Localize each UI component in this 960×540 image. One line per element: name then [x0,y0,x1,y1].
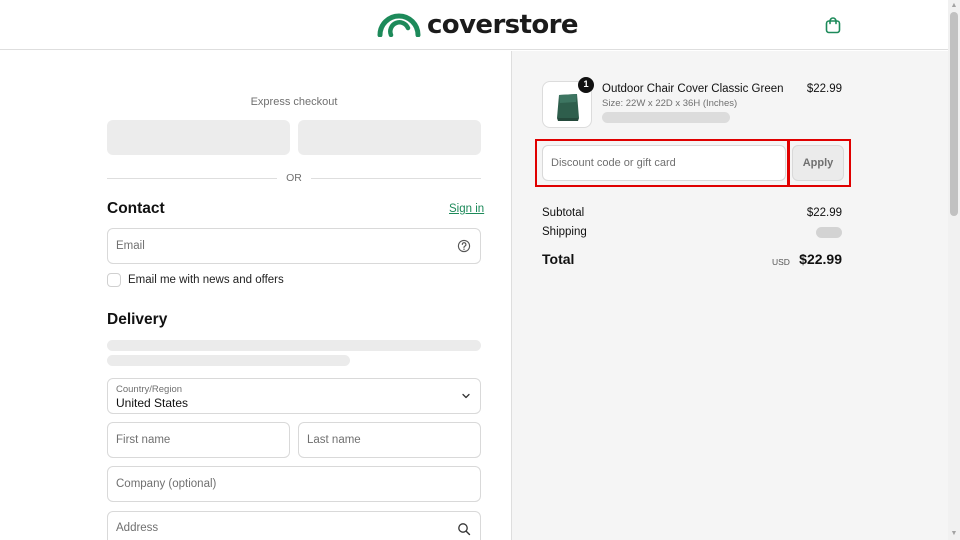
last-name-placeholder: Last name [307,434,361,446]
total-currency: USD [772,257,790,267]
question-circle-icon[interactable] [457,239,471,253]
country-value: United States [116,396,189,410]
brand-logo[interactable]: coverstore [377,10,579,40]
contact-heading: Contact [107,200,165,217]
scroll-up-arrow-icon[interactable]: ▲ [948,0,960,12]
sign-in-link[interactable]: Sign in [449,203,484,215]
site-header: coverstore [0,0,948,50]
express-checkout-label: Express checkout [250,96,338,108]
discount-code-input[interactable]: Discount code or gift card [542,145,786,181]
subtotal-value: $22.99 [806,207,842,219]
newsletter-checkbox[interactable] [107,272,121,287]
shipping-loading-skeleton [816,227,842,238]
newsletter-label: Email me with news and offers [128,273,284,286]
express-pay-button-1[interactable] [107,120,290,155]
total-label: Total [542,251,575,267]
first-name-placeholder: First name [116,434,171,446]
delivery-loading-skeleton-2 [107,355,350,366]
quantity-badge: 1 [578,77,594,93]
first-name-field[interactable]: First name [107,422,290,458]
scroll-down-arrow-icon[interactable]: ▼ [948,528,960,540]
brand-name: coverstore [427,10,579,40]
product-variant: Size: 22W x 22D x 36H (Inches) [602,98,738,109]
company-field[interactable]: Company (optional) [107,466,481,502]
express-pay-button-2[interactable] [298,120,481,155]
search-icon [458,523,471,536]
delivery-loading-skeleton-1 [107,340,481,351]
subtotal-label: Subtotal [542,207,585,219]
logo-arch-icon [377,13,421,37]
or-divider: OR [107,172,481,184]
scrollbar-thumb[interactable] [950,12,958,216]
shipping-label: Shipping [542,226,587,238]
product-price: $22.99 [806,83,842,95]
product-title: Outdoor Chair Cover Classic Green [602,83,784,95]
country-label: Country/Region [116,384,183,395]
newsletter-row: Email me with news and offers [107,272,284,287]
address-field[interactable]: Address [107,511,481,540]
chevron-down-icon [462,393,470,399]
product-loading-skeleton [602,112,730,123]
company-placeholder: Company (optional) [116,478,217,490]
shopping-bag-icon[interactable] [824,16,842,34]
apply-button[interactable]: Apply [792,145,844,181]
total-value: $22.99 [799,251,842,267]
last-name-field[interactable]: Last name [298,422,481,458]
address-placeholder: Address [116,522,159,534]
email-field[interactable]: Email [107,228,481,264]
email-placeholder: Email [116,240,145,252]
country-select[interactable]: Country/Region United States [107,378,481,414]
delivery-heading: Delivery [107,311,168,328]
or-text: OR [286,172,302,184]
page-scrollbar[interactable]: ▲ ▼ [948,0,960,540]
discount-placeholder: Discount code or gift card [551,157,676,169]
